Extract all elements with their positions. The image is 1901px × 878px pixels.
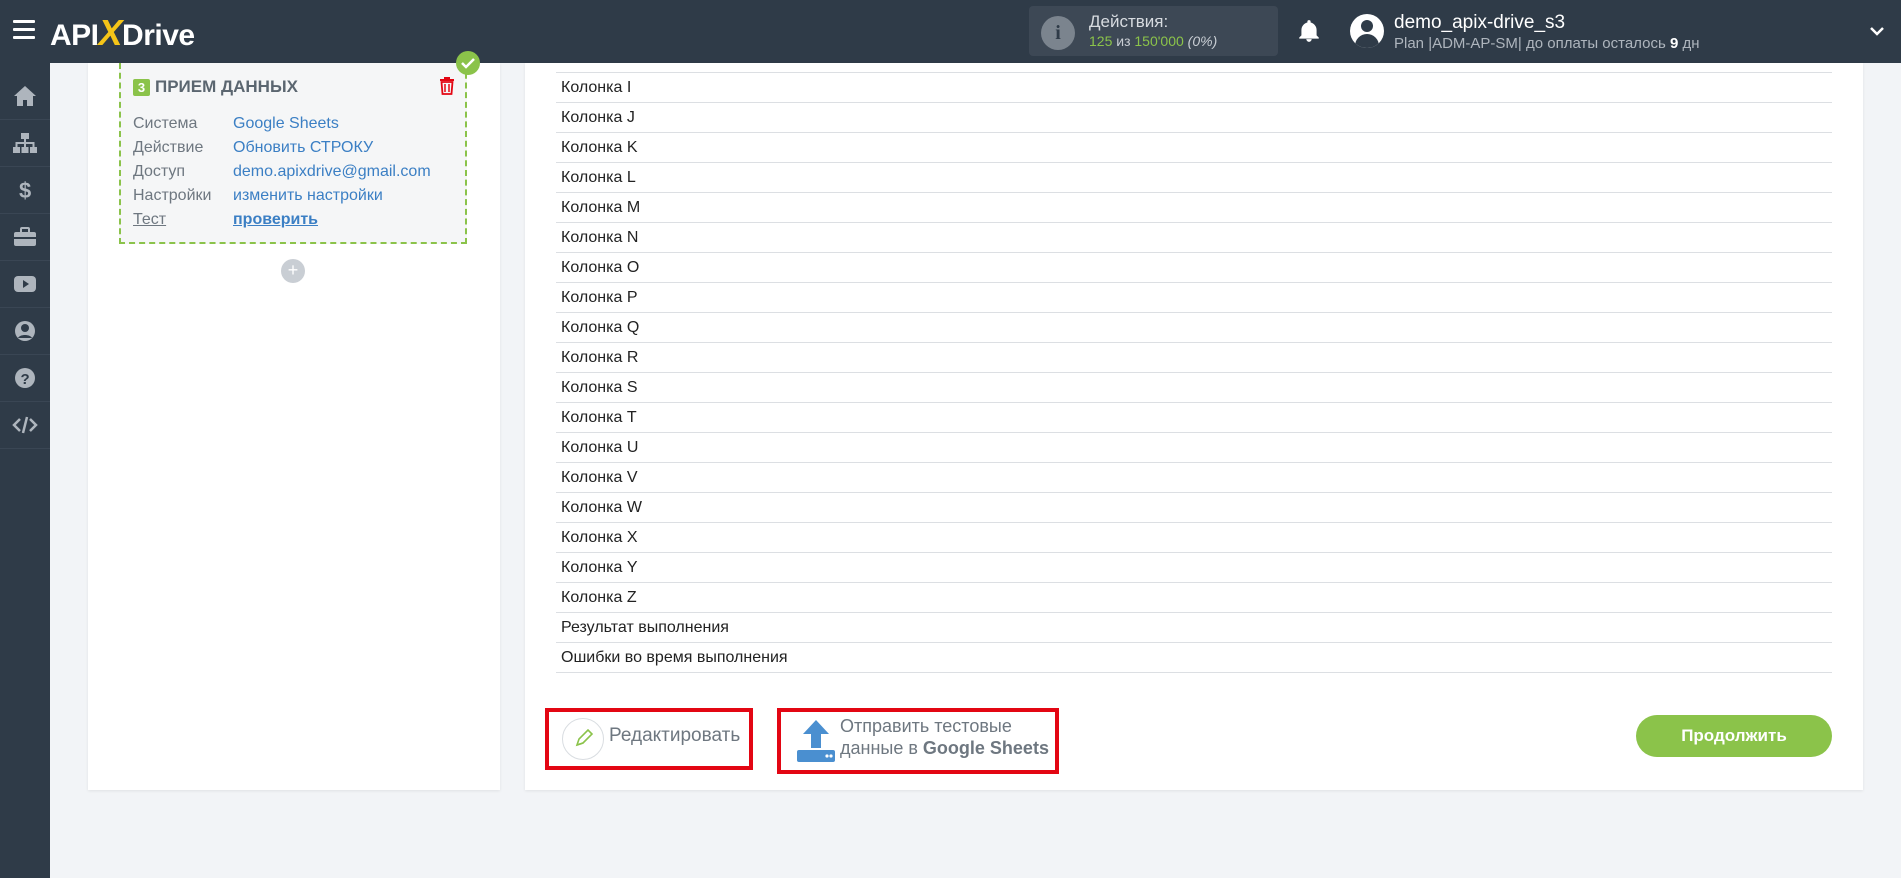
user-icon (15, 321, 35, 341)
list-item: Колонка V (556, 463, 1832, 493)
send-button-line2: данные в Google Sheets (840, 738, 1049, 758)
list-item: Колонка M (556, 193, 1832, 223)
edit-button-label[interactable]: Редактировать (609, 725, 740, 747)
sidebar-item-api[interactable] (0, 402, 50, 449)
sidebar-item-services[interactable] (0, 214, 50, 261)
sidebar-item-home[interactable] (0, 73, 50, 120)
check-icon (456, 51, 480, 75)
sidebar-item-help[interactable]: ? (0, 355, 50, 402)
svg-text:?: ? (21, 371, 30, 388)
username[interactable]: demo_apix-drive_s3 (1394, 12, 1565, 34)
list-item: Колонка O (556, 253, 1832, 283)
sidebar-item-billing[interactable]: $ (0, 167, 50, 214)
list-item: Колонка S (556, 373, 1832, 403)
send-button-line1: Отправить тестовые (840, 716, 1012, 736)
step-title: 3 ПРИЕМ ДАННЫХ (133, 77, 298, 97)
menu-toggle-icon[interactable] (13, 20, 35, 42)
list-item: Колонка W (556, 493, 1832, 523)
upload-icon (795, 718, 837, 764)
sidebar-item-profile[interactable] (0, 308, 50, 355)
svg-text:$: $ (19, 178, 31, 202)
sidebar-item-video[interactable] (0, 261, 50, 308)
list-item: Результат выполнения (556, 613, 1832, 643)
actions-value: 125 из 150'000 (0%) (1089, 33, 1218, 49)
list-item: Колонка T (556, 403, 1832, 433)
dollar-icon: $ (19, 178, 31, 202)
list-item: Колонка P (556, 283, 1832, 313)
trash-icon[interactable] (439, 77, 455, 95)
sidebar: $ ? (0, 63, 50, 878)
bell-icon[interactable] (1296, 18, 1322, 44)
list-item: Колонка N (556, 223, 1832, 253)
code-icon (12, 416, 38, 434)
list-item: Колонка Q (556, 313, 1832, 343)
step-card-receive: 3 ПРИЕМ ДАННЫХ Система Google Sheets Дейс… (119, 51, 480, 244)
info-icon: i (1041, 16, 1075, 50)
field-list: Колонка I Колонка J Колонка K Колонка L … (556, 72, 1832, 673)
list-item: Колонка X (556, 523, 1832, 553)
briefcase-icon (14, 227, 36, 246)
top-bar: APIXDrive i Действия: 125 из 150'000 (0%… (0, 0, 1901, 63)
actions-label: Действия: (1089, 12, 1169, 31)
list-item: Колонка Y (556, 553, 1832, 583)
pencil-icon (575, 728, 594, 747)
chevron-down-icon[interactable] (1868, 22, 1886, 40)
edit-highlight: Редактировать (545, 708, 753, 770)
sitemap-icon (13, 133, 37, 153)
list-item: Колонка L (556, 163, 1832, 193)
sidebar-item-connections[interactable] (0, 120, 50, 167)
youtube-icon (14, 276, 36, 292)
list-item: Колонка U (556, 433, 1832, 463)
avatar-icon[interactable] (1350, 14, 1384, 48)
list-item: Колонка I (556, 72, 1832, 103)
list-item: Колонка Z (556, 583, 1832, 613)
actions-counter: i Действия: 125 из 150'000 (0%) (1029, 6, 1278, 56)
list-item: Ошибки во время выполнения (556, 643, 1832, 673)
add-step-button[interactable]: + (281, 259, 305, 283)
list-item: Колонка R (556, 343, 1832, 373)
list-item: Колонка J (556, 103, 1832, 133)
continue-button[interactable]: Продолжить (1636, 715, 1832, 757)
plan-info: Plan |ADM-AP-SM| до оплаты осталось 9 дн (1394, 35, 1700, 52)
list-item: Колонка K (556, 133, 1832, 163)
apixdrive-logo[interactable]: APIXDrive (50, 12, 195, 54)
send-test-data-button[interactable]: Отправить тестовые данные в Google Sheet… (777, 708, 1059, 774)
help-icon: ? (15, 368, 35, 388)
edit-button[interactable] (562, 718, 604, 760)
home-icon (14, 86, 36, 106)
